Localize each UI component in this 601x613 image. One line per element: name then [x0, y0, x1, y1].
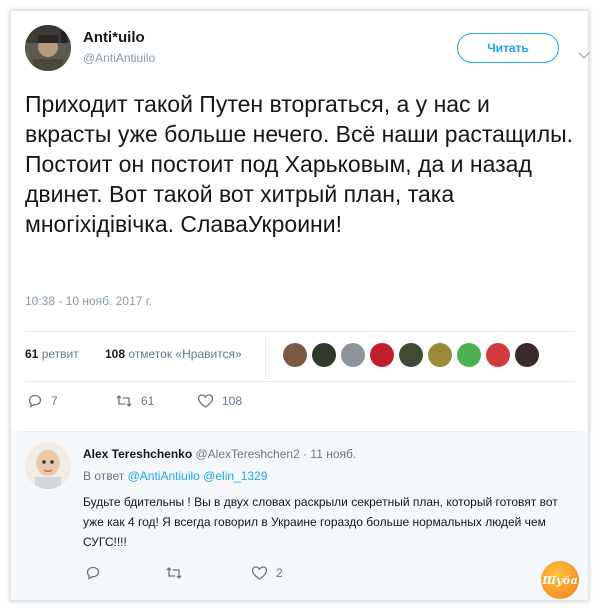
reply-author-name[interactable]: Alex Tereshchenko [83, 447, 192, 461]
reply-button[interactable] [85, 565, 109, 581]
heart-icon [251, 566, 268, 580]
retweets-count: 61 [25, 347, 39, 361]
avatar-liker-7[interactable] [457, 343, 481, 367]
mention-link[interactable]: @elin_1329 [203, 469, 267, 483]
reply-icon [28, 394, 42, 408]
reply-button[interactable]: 7 [27, 393, 58, 409]
likes-label: отметок «Нравится» [128, 347, 242, 361]
reply-date[interactable]: · 11 нояб. [303, 447, 356, 461]
watermark-logo: Шуба [541, 561, 579, 599]
avatar-liker-3[interactable] [341, 343, 365, 367]
retweet-icon [166, 567, 182, 579]
author-handle[interactable]: @AntiAntiuilo [83, 51, 155, 65]
reply-like-count: 2 [276, 566, 283, 580]
retweet-count: 61 [141, 394, 155, 408]
divider [25, 431, 575, 432]
tweet-text: Приходит такой Путен вторгаться, а у нас… [25, 91, 580, 237]
reply-header: Alex Tereshchenko @AlexTereshchen2 · 11 … [83, 447, 356, 461]
mention-link[interactable]: @AntiAntiuilo [128, 469, 200, 483]
like-count: 108 [222, 394, 243, 408]
avatar-liker-1[interactable] [283, 343, 307, 367]
heart-icon [197, 394, 214, 408]
like-button[interactable]: 2 [251, 565, 283, 581]
retweets-label: ретвит [41, 347, 79, 361]
reply-context: В ответ @AntiAntiuilo @elin_1329 [83, 469, 267, 483]
retweets-stat[interactable]: 61 ретвит [25, 347, 79, 361]
reply-text: Будьте бдительны ! Вы в двух словах раск… [83, 495, 558, 549]
likes-count: 108 [105, 347, 126, 361]
reply-author-handle[interactable]: @AlexTereshchen2 [196, 447, 300, 461]
author-avatar[interactable] [25, 25, 71, 71]
avatar-liker-5[interactable] [399, 343, 423, 367]
tweet-card: Anti*uilo @AntiAntiuilo Читать Приходит … [10, 10, 590, 601]
retweet-button[interactable] [165, 565, 191, 581]
divider [25, 381, 575, 382]
tweet-header: Anti*uilo @AntiAntiuilo Читать [25, 25, 590, 75]
avatar-liker-9[interactable] [515, 343, 539, 367]
retweet-button[interactable]: 61 [115, 393, 154, 409]
avatar-liker-2[interactable] [312, 343, 336, 367]
reply-prefix: В ответ [83, 469, 125, 483]
author-name[interactable]: Anti*uilo [83, 29, 145, 46]
like-button[interactable]: 108 [197, 393, 242, 409]
engagement-stats: 61 ретвит 108 отметок «Нравится» [25, 337, 575, 377]
avatar-liker-4[interactable] [370, 343, 394, 367]
reply-count: 7 [51, 394, 58, 408]
reply-icon [86, 566, 100, 580]
follow-button[interactable]: Читать [457, 33, 559, 63]
divider [25, 331, 575, 332]
avatar-liker-8[interactable] [486, 343, 510, 367]
tweet-actions: 7 61 108 [25, 393, 325, 417]
tweet-timestamp[interactable]: 10:38 - 10 нояб. 2017 г. [25, 294, 152, 308]
reply-author-avatar[interactable] [25, 443, 71, 489]
retweet-icon [116, 395, 132, 407]
chevron-down-icon[interactable] [578, 47, 590, 59]
reply-actions: 2 [83, 565, 333, 585]
divider [265, 337, 266, 377]
watermark-text: Шуба [542, 573, 578, 587]
avatar-liker-6[interactable] [428, 343, 452, 367]
likes-stat[interactable]: 108 отметок «Нравится» [105, 347, 242, 361]
